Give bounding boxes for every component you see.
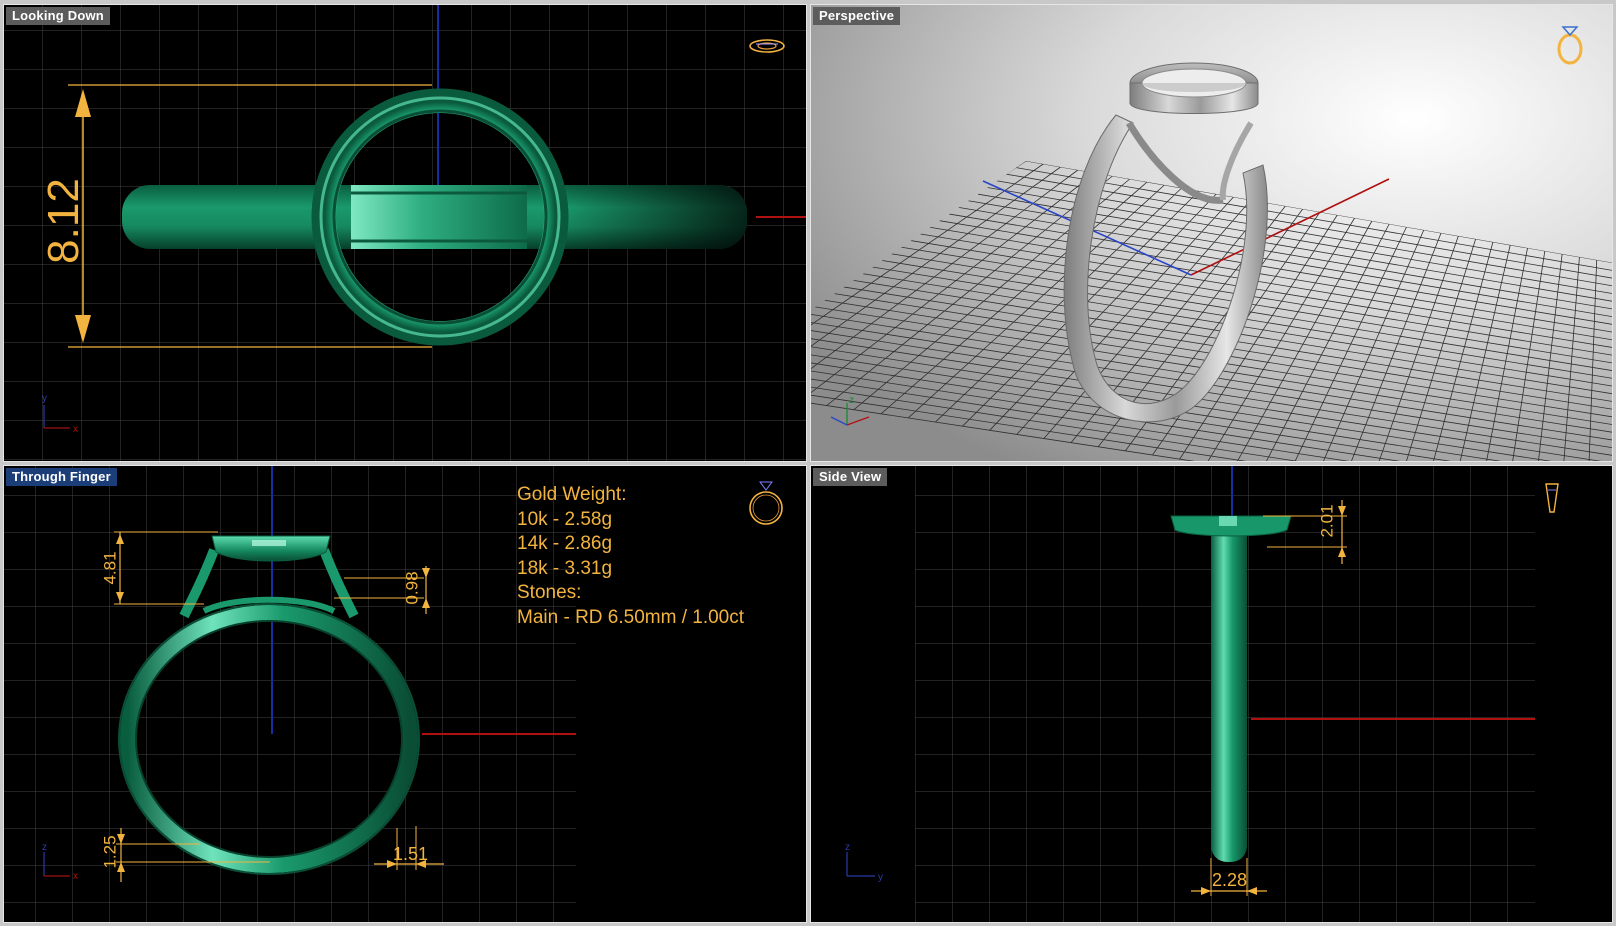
viewport-looking-down[interactable]: y x 8.12 Looking Down [3, 4, 807, 462]
viewport-side-view[interactable]: z y 2.01 2.28 Side View [810, 465, 1613, 923]
viewport-title-side-view[interactable]: Side View [813, 468, 888, 486]
viewport-title-through-finger[interactable]: Through Finger [6, 468, 117, 486]
top-dimension-label: 8.12 [39, 178, 88, 264]
viewport-through-finger[interactable]: z x 4.81 0.98 1.25 1.51 Gold Weight: 10k… [3, 465, 807, 923]
viewport-title-perspective[interactable]: Perspective [813, 7, 901, 25]
dim-head-depth: 2.01 [1317, 504, 1337, 538]
svg-text:x: x [73, 424, 78, 435]
main-stone: Main - RD 6.50mm / 1.00ct [517, 606, 745, 628]
dim-bottom-thickness: 1.25 [100, 835, 120, 869]
dim-band-width: 2.28 [1212, 870, 1248, 890]
svg-text:z: z [845, 842, 850, 853]
svg-text:y: y [42, 393, 47, 404]
dim-shank-width: 1.51 [393, 844, 429, 864]
svg-text:y: y [878, 872, 883, 883]
viewport-perspective[interactable]: z Perspective [810, 4, 1613, 462]
gold-weight-18k: 18k - 3.31g [517, 557, 613, 579]
gold-weight-notes: Gold Weight: 10k - 2.58g 14k - 2.86g 18k… [517, 483, 744, 630]
svg-text:x: x [73, 871, 78, 882]
svg-text:z: z [42, 842, 47, 853]
side-view-canvas[interactable]: z y [811, 466, 1613, 923]
stones-label: Stones: [517, 582, 582, 603]
top-inner-band [351, 185, 527, 249]
front-grid [4, 466, 576, 922]
gold-weight-10k: 10k - 2.58g [517, 508, 613, 530]
top-view-canvas[interactable]: y x [4, 5, 807, 462]
dim-gallery-gap: 0.98 [402, 571, 422, 605]
svg-text:z: z [849, 395, 854, 406]
viewport-title-looking-down[interactable]: Looking Down [6, 7, 110, 25]
gold-weight-14k: 14k - 2.86g [517, 533, 613, 554]
gold-weight-label: Gold Weight: [517, 484, 627, 505]
perspective-canvas[interactable]: z [811, 5, 1613, 462]
dim-head-height: 4.81 [100, 551, 120, 585]
